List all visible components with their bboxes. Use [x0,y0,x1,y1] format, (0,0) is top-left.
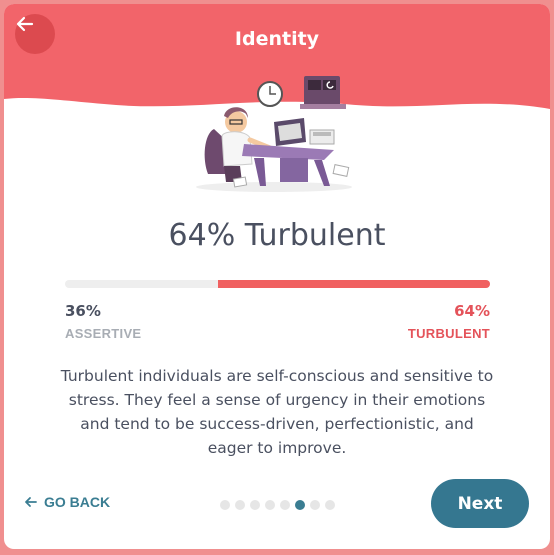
step-dot [235,500,245,510]
result-description: Turbulent individuals are self-conscious… [60,367,494,457]
turbulent-percentage: 64% [454,302,490,320]
person-at-desk-illustration [196,76,352,192]
assertive-percentage: 36% [65,302,101,320]
step-indicator [220,500,335,510]
go-back-link[interactable]: GO BACK [24,494,110,510]
step-dot [220,500,230,510]
go-back-label: GO BACK [44,494,111,510]
step-dot [310,500,320,510]
step-dot [280,500,290,510]
turbulent-label: TURBULENT [407,326,490,341]
arrow-left-icon [25,497,37,507]
page-title: Identity [234,28,320,50]
step-dot [325,500,335,510]
step-dot [250,500,260,510]
result-headline: 64% Turbulent [168,218,386,253]
next-button[interactable]: Next [431,479,529,528]
step-dot-active [295,500,305,510]
result-card: Identity 64% Turbulent 36% 64% ASSERTIVE… [4,4,550,549]
step-dot [265,500,275,510]
identity-progress-bar [65,280,490,288]
turbulent-bar-fill [218,280,490,288]
assertive-label: ASSERTIVE [65,326,142,341]
